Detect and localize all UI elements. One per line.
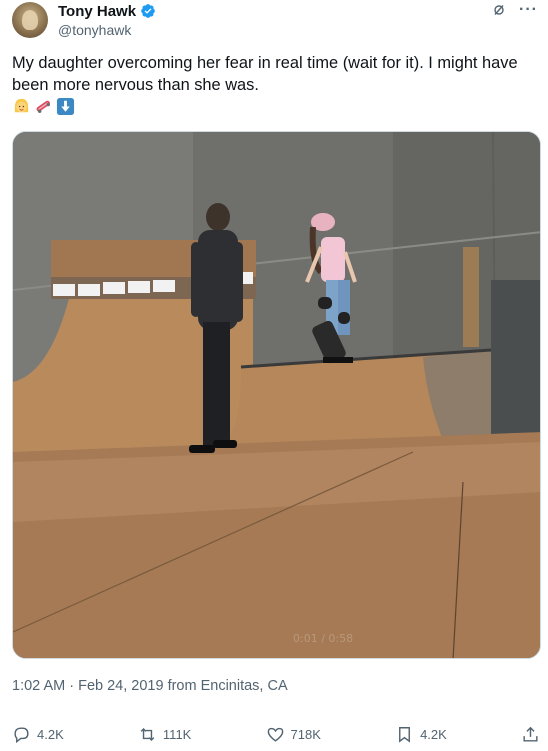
grok-icon[interactable] bbox=[493, 4, 505, 16]
more-icon[interactable]: ··· bbox=[519, 2, 538, 18]
emoji-row bbox=[12, 97, 75, 116]
bookmark-button[interactable]: 4.2K bbox=[395, 725, 447, 744]
girl-emoji bbox=[14, 98, 29, 113]
reply-icon bbox=[14, 726, 29, 743]
skateboard-emoji bbox=[36, 100, 50, 113]
tweet-text: My daughter overcoming her fear in real … bbox=[12, 54, 518, 94]
like-count: 718K bbox=[290, 726, 321, 742]
author-name-row: Tony Hawk bbox=[58, 2, 156, 20]
like-button[interactable]: 718K bbox=[266, 725, 321, 744]
tweet-header: Tony Hawk @tonyhawk ··· bbox=[12, 2, 542, 42]
verified-badge-icon bbox=[141, 4, 155, 18]
video-time-overlay: 0:01 / 0:58 bbox=[293, 632, 353, 645]
bookmark-count: 4.2K bbox=[420, 726, 447, 742]
heart-icon bbox=[267, 727, 283, 742]
avatar[interactable] bbox=[12, 2, 48, 38]
share-button[interactable] bbox=[521, 725, 540, 744]
repost-count: 111K bbox=[162, 726, 192, 742]
down-arrow-emoji bbox=[56, 97, 75, 116]
repost-icon bbox=[140, 727, 155, 741]
reply-count: 4.2K bbox=[37, 726, 64, 742]
repost-button[interactable]: 111K bbox=[138, 725, 191, 744]
author-handle[interactable]: @tonyhawk bbox=[58, 22, 131, 38]
author-name[interactable]: Tony Hawk bbox=[58, 3, 136, 20]
bookmark-icon bbox=[399, 726, 411, 743]
action-bar: 4.2K 111K 718K 4.2K bbox=[12, 722, 540, 746]
video-player[interactable]: 0:01 / 0:58 bbox=[12, 131, 541, 659]
share-icon bbox=[523, 726, 538, 742]
video-frame: 0:01 / 0:58 bbox=[13, 132, 540, 658]
tweet-timestamp[interactable]: 1:02 AM · Feb 24, 2019 from Encinitas, C… bbox=[12, 678, 288, 694]
header-icons: ··· bbox=[493, 2, 538, 18]
reply-button[interactable]: 4.2K bbox=[12, 725, 64, 744]
